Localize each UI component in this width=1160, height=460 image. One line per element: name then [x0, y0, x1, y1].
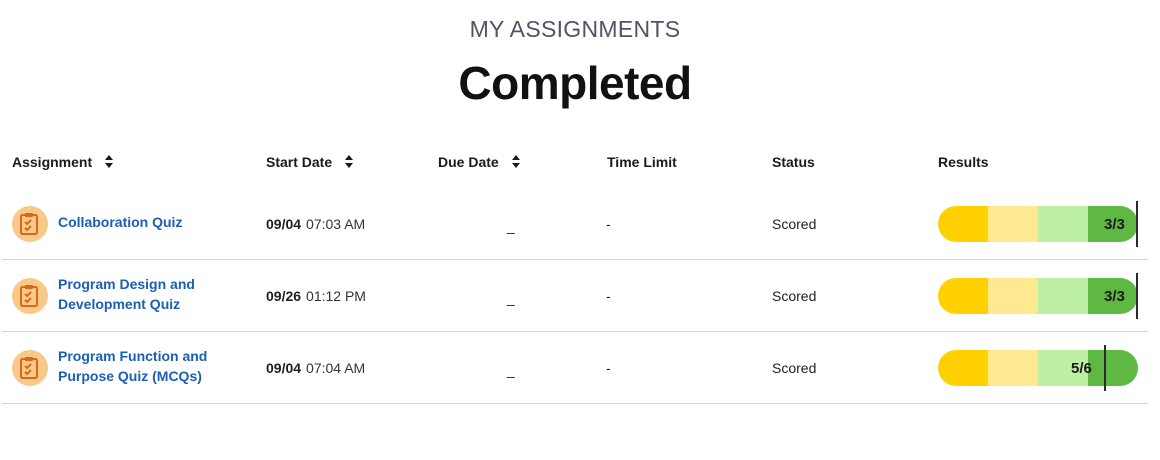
time-limit: - — [606, 216, 611, 232]
start-date-day: 09/04 — [266, 360, 302, 376]
sort-icon[interactable] — [104, 155, 114, 169]
column-header-time-limit: Time Limit — [607, 154, 677, 170]
column-header-label: Due Date — [438, 154, 499, 170]
time-limit: - — [606, 288, 611, 304]
results-bar — [938, 350, 1138, 386]
results-segment — [988, 278, 1038, 314]
column-header-label: Assignment — [12, 154, 93, 170]
start-date: 09/04 07:03 AM — [266, 216, 365, 232]
table-row: Program Design and Development Quiz 09/2… — [2, 260, 1148, 332]
results-segment — [938, 278, 988, 314]
results-segment — [988, 350, 1038, 386]
time-limit: - — [606, 360, 611, 376]
start-date-day: 09/26 — [266, 288, 302, 304]
status-text: Scored — [772, 216, 817, 232]
score-label: 5/6 — [1071, 360, 1092, 377]
results-segment — [1038, 278, 1088, 314]
column-header-due-date[interactable]: Due Date — [438, 154, 521, 170]
sort-icon[interactable] — [344, 155, 354, 169]
score-marker — [1136, 201, 1138, 247]
quiz-checklist-icon — [12, 206, 48, 242]
assignment-title-link[interactable]: Collaboration Quiz — [58, 212, 228, 232]
status-text: Scored — [772, 288, 817, 304]
table-header: Assignment Start Date Due Date Time Limi… — [0, 154, 1150, 174]
column-header-label: Start Date — [266, 154, 333, 170]
quiz-checklist-icon — [12, 278, 48, 314]
start-date-time: 07:03 AM — [306, 216, 366, 232]
due-date: _ — [507, 290, 515, 306]
column-header-assignment[interactable]: Assignment — [12, 154, 114, 170]
column-header-label: Status — [772, 154, 815, 170]
column-header-start-date[interactable]: Start Date — [266, 154, 354, 170]
score-marker — [1136, 273, 1138, 319]
results-segment — [1038, 206, 1088, 242]
column-header-status: Status — [772, 154, 815, 170]
score-label: 3/3 — [1104, 288, 1125, 305]
start-date-time: 07:04 AM — [306, 360, 366, 376]
start-date-time: 01:12 PM — [306, 288, 366, 304]
quiz-checklist-icon — [12, 350, 48, 386]
status-text: Scored — [772, 360, 817, 376]
assignment-title-link[interactable]: Program Design and Development Quiz — [58, 274, 228, 314]
page-title: Completed — [458, 57, 692, 109]
sort-icon[interactable] — [511, 155, 521, 169]
due-date: _ — [507, 362, 515, 378]
assignment-title-link[interactable]: Program Function and Purpose Quiz (MCQs) — [58, 346, 228, 386]
table-row: Program Function and Purpose Quiz (MCQs)… — [2, 332, 1148, 404]
start-date: 09/04 07:04 AM — [266, 360, 365, 376]
page-eyebrow: MY ASSIGNMENTS — [469, 16, 681, 42]
column-header-label: Time Limit — [607, 154, 677, 170]
score-marker — [1104, 345, 1106, 391]
results-segment — [1088, 350, 1138, 386]
column-header-label: Results — [938, 154, 989, 170]
results-segment — [988, 206, 1038, 242]
start-date: 09/26 01:12 PM — [266, 288, 366, 304]
score-label: 3/3 — [1104, 216, 1125, 233]
table-row: Collaboration Quiz 09/04 07:03 AM _ - Sco… — [2, 188, 1148, 260]
results-segment — [938, 206, 988, 242]
results-segment — [938, 350, 988, 386]
column-header-results: Results — [938, 154, 989, 170]
start-date-day: 09/04 — [266, 216, 302, 232]
due-date: _ — [507, 218, 515, 234]
